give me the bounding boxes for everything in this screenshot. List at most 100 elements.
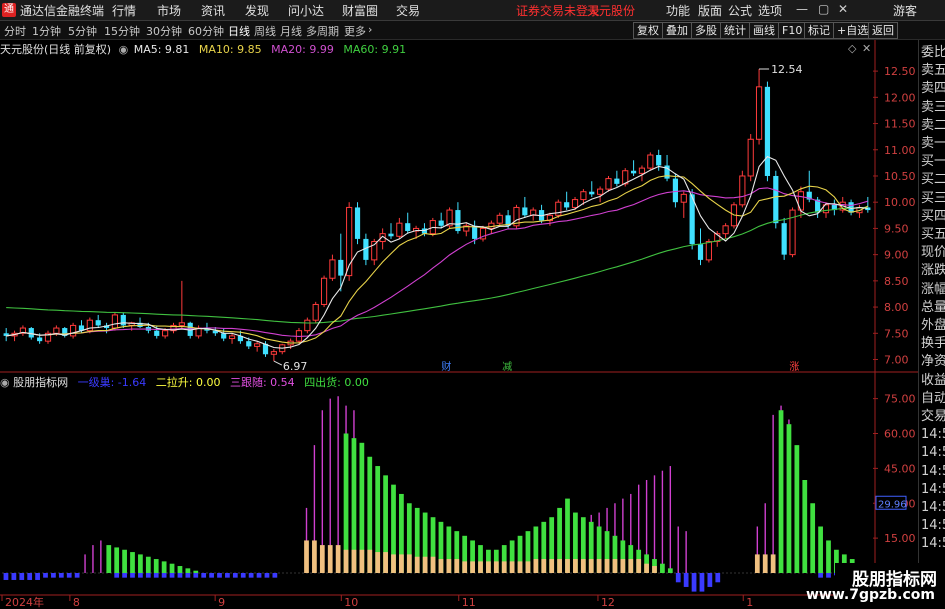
- ma10-line: [6, 175, 869, 344]
- app-logo-icon: 通: [2, 3, 16, 17]
- side-panel-item: 涨跌: [921, 263, 945, 279]
- candle-body: [111, 314, 119, 329]
- menu-options[interactable]: 选项: [758, 2, 782, 19]
- indicator-bar: [486, 561, 491, 573]
- minimize-icon[interactable]: —: [796, 2, 808, 16]
- menu-news[interactable]: 资讯: [201, 2, 225, 19]
- guest-label[interactable]: 游客: [893, 2, 917, 19]
- menu-quotes[interactable]: 行情: [112, 2, 136, 19]
- period-weekly[interactable]: 周线: [254, 23, 276, 39]
- menu-market[interactable]: 市场: [157, 2, 181, 19]
- indicator-bar: [533, 559, 539, 573]
- indicator-bar: [715, 573, 721, 583]
- period-monthly[interactable]: 月线: [280, 23, 302, 39]
- candlestick-chart[interactable]: 12.50 12.00 11.50 11.00 10.50 10.00 9.50 9.00 8.…: [0, 40, 918, 373]
- menu-trade[interactable]: 交易: [396, 2, 420, 19]
- candle-body: [120, 314, 126, 326]
- close-icon[interactable]: ✕: [838, 2, 848, 16]
- period-daily[interactable]: 日线: [228, 23, 250, 39]
- indicator-bar: [596, 559, 602, 573]
- event-marker[interactable]: 财: [441, 360, 451, 373]
- indicator-bar: [652, 566, 657, 573]
- stats-button[interactable]: 统计: [720, 22, 750, 39]
- back-button[interactable]: 返回: [868, 22, 898, 39]
- indicator-chart[interactable]: 75.0060.0045.0030.0015.0029.962024年89101…: [0, 373, 918, 609]
- side-panel-item: 换手: [921, 336, 945, 352]
- period-multi[interactable]: 多周期: [306, 23, 339, 39]
- multi-stock-button[interactable]: 多股: [691, 22, 721, 39]
- event-marker[interactable]: 减: [502, 361, 512, 373]
- period-1min[interactable]: 1分钟: [32, 23, 61, 39]
- indicator-bar: [375, 552, 381, 573]
- side-panel-item: 买二: [921, 172, 945, 188]
- watermark-url: www.7gpzb.com: [805, 587, 935, 603]
- indicator-bar: [161, 561, 167, 573]
- indicator-bar: [770, 554, 776, 573]
- indicator-bar: [517, 561, 523, 573]
- x-tick-label: 10: [344, 596, 358, 609]
- candle-body: [597, 188, 604, 195]
- candle-body: [338, 259, 344, 276]
- indicator-bar: [383, 552, 388, 573]
- menu-assistant[interactable]: 问小达: [288, 2, 324, 19]
- candle-body: [697, 244, 704, 260]
- candle-body: [647, 154, 654, 169]
- event-marker[interactable]: 涨: [789, 361, 799, 373]
- adjust-button[interactable]: 复权: [633, 22, 663, 39]
- draw-button[interactable]: 画线: [749, 22, 779, 39]
- period-15min[interactable]: 15分钟: [104, 23, 140, 39]
- menu-discover[interactable]: 发现: [245, 2, 269, 19]
- period-intraday[interactable]: 分时: [4, 23, 26, 39]
- side-panel-item[interactable]: 交易: [921, 408, 945, 426]
- indicator-bar: [699, 573, 705, 592]
- indicator-bar: [588, 559, 594, 573]
- indicator-bar: [414, 556, 420, 573]
- y-tick-label: 11.50: [884, 118, 916, 131]
- add-watchlist-button[interactable]: +自选: [833, 22, 873, 39]
- f10-button[interactable]: F10: [778, 22, 807, 39]
- period-more[interactable]: 更多: [344, 23, 366, 39]
- indicator-bar: [343, 549, 349, 573]
- y-tick-label: 10.50: [884, 170, 916, 183]
- y-tick-label: 8.50: [884, 275, 909, 288]
- indicator-bar: [660, 563, 665, 573]
- indicator-bar: [11, 573, 17, 580]
- menu-formula[interactable]: 公式: [728, 2, 752, 19]
- side-panel-item: 14:56: [921, 518, 945, 534]
- overlay-button[interactable]: 叠加: [662, 22, 692, 39]
- indicator-bar: [367, 549, 373, 573]
- indicator-bar: [620, 559, 626, 573]
- indicator-y-label: 45.00: [884, 462, 916, 475]
- y-tick-label: 9.00: [884, 249, 909, 262]
- indicator-bar: [422, 556, 428, 573]
- menu-wealth[interactable]: 财富圈: [342, 2, 378, 19]
- indicator-bar: [319, 545, 325, 573]
- period-30min[interactable]: 30分钟: [146, 23, 182, 39]
- indicator-bar: [327, 545, 333, 573]
- side-panel-item[interactable]: 自动: [921, 390, 945, 408]
- side-panel-item: 14:56: [921, 481, 945, 497]
- more-chevron-icon[interactable]: ›: [368, 23, 372, 36]
- indicator-bar: [138, 573, 143, 578]
- period-5min[interactable]: 5分钟: [68, 23, 97, 39]
- menu-function[interactable]: 功能: [666, 2, 690, 19]
- candle-body: [781, 223, 787, 255]
- indicator-bar: [406, 554, 412, 573]
- candle-body: [472, 225, 478, 239]
- indicator-bar: [74, 573, 80, 578]
- indicator-bar: [399, 554, 404, 573]
- indicator-bar: [525, 561, 531, 573]
- side-panel-item: 买三: [921, 190, 945, 206]
- menu-layout[interactable]: 版面: [698, 2, 722, 19]
- indicator-bar: [66, 573, 72, 578]
- candle-body: [228, 335, 236, 340]
- y-tick-label: 8.00: [884, 301, 909, 314]
- mark-button[interactable]: 标记: [804, 22, 834, 39]
- indicator-y-label: 75.00: [884, 393, 916, 406]
- period-60min[interactable]: 60分钟: [188, 23, 224, 39]
- indicator-bar: [161, 573, 167, 578]
- indicator-bar: [177, 573, 183, 578]
- restore-icon[interactable]: ▢: [818, 2, 829, 16]
- side-panel-item: 收益: [921, 372, 945, 388]
- y-tick-label: 12.00: [884, 91, 916, 104]
